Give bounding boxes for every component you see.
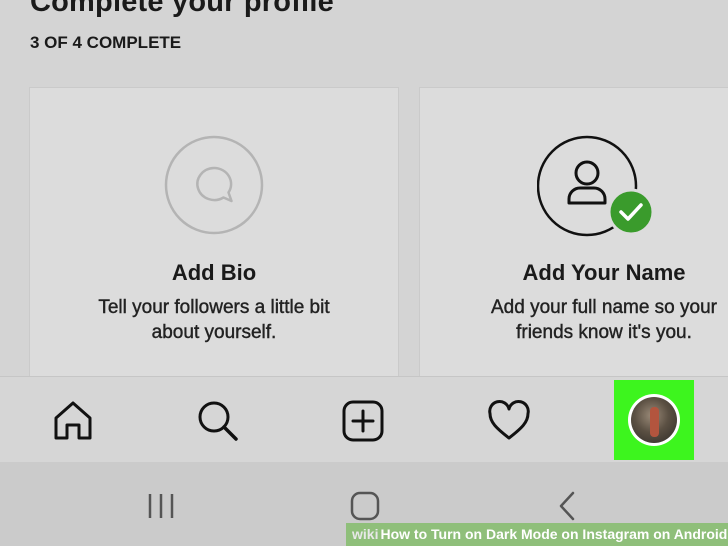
speech-bubble-icon — [164, 135, 264, 240]
home-tab[interactable] — [43, 391, 103, 451]
add-name-description: Add your full name so your friends know … — [490, 297, 717, 343]
add-post-icon — [342, 400, 384, 442]
back-button[interactable] — [548, 486, 588, 526]
heart-icon — [488, 399, 530, 440]
search-icon — [198, 401, 238, 441]
watermark-text: to Turn on Dark Mode on Instagram on And… — [410, 526, 728, 542]
search-tab[interactable] — [188, 391, 248, 451]
checkmark-badge-icon — [607, 188, 655, 236]
activity-tab[interactable] — [479, 391, 539, 451]
add-bio-card[interactable]: Add Bio Tell your followers a little bit… — [29, 87, 399, 387]
add-post-tab[interactable] — [333, 391, 393, 451]
add-bio-title: Add Bio — [171, 260, 257, 285]
watermark: wiki How to Turn on Dark Mode on Instagra… — [346, 523, 728, 546]
watermark-brand: wiki — [352, 526, 379, 542]
bottom-tab-bar — [0, 376, 728, 463]
back-icon — [559, 491, 575, 521]
home-icon — [54, 401, 92, 440]
recents-icon — [148, 494, 174, 518]
avatar — [628, 394, 680, 446]
page-title: Complete your profile — [30, 0, 334, 18]
add-name-card[interactable]: Add Your Name Add your full name so your… — [419, 87, 728, 387]
person-icon — [536, 135, 657, 244]
add-bio-description: Tell your followers a little bit about y… — [98, 297, 330, 343]
home-icon — [350, 491, 380, 521]
progress-label: 3 OF 4 COMPLETE — [30, 33, 182, 52]
add-name-title: Add Your Name — [522, 260, 686, 285]
profile-photo — [631, 397, 677, 443]
profile-tab[interactable] — [614, 380, 694, 460]
home-button[interactable] — [345, 486, 385, 526]
recents-button[interactable] — [141, 486, 181, 526]
watermark-how: How — [380, 526, 411, 542]
